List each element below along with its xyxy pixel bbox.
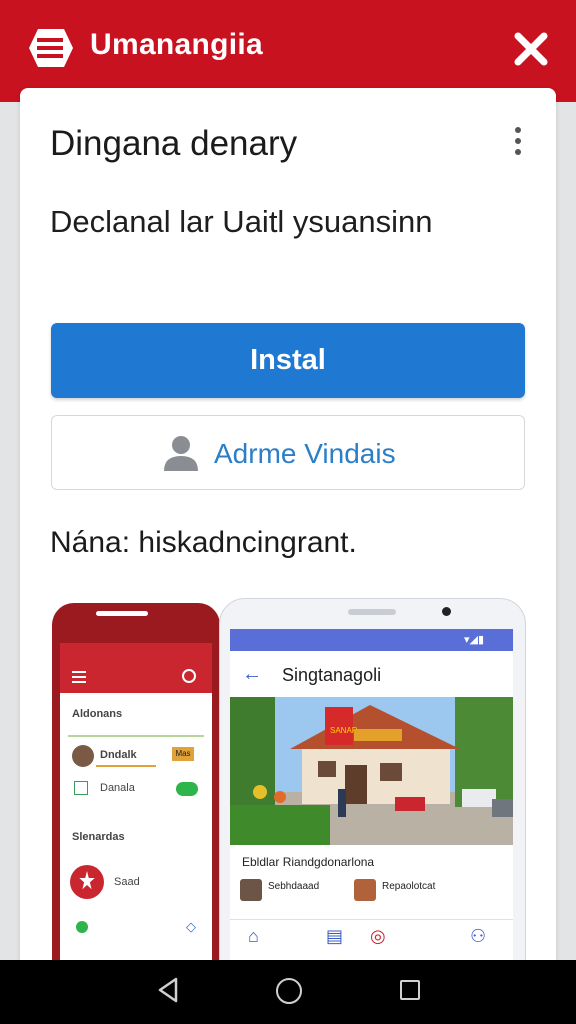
system-nav-bar [0, 960, 576, 1024]
underline [96, 765, 156, 767]
install-dialog-card: Dingana denary Declanal lar Uaitl ysuans… [20, 88, 556, 968]
avatar [354, 879, 376, 901]
checkbox-icon [74, 781, 88, 795]
chip-label: Repaolotcat [382, 881, 436, 892]
phone-screen-left: Aldonans Dndalk Mas Danala Slenardas Saa… [60, 643, 212, 968]
phone-mockup-right: ▾◢▮ ← Singtanagoli SANAR Ebldlar Riandgd… [219, 598, 526, 968]
phone-app-bar [60, 661, 212, 693]
target-icon: ◎ [370, 926, 386, 946]
admin-button[interactable]: Adrme Vindais [51, 415, 525, 490]
phone-camera [442, 607, 451, 616]
user-icon [164, 436, 198, 471]
list-item-label: Danala [100, 782, 135, 794]
section-heading: Slenardas [72, 831, 125, 843]
home-icon: ⌂ [248, 926, 259, 946]
status-bar [60, 643, 212, 661]
village-photo: SANAR [230, 697, 513, 845]
section-heading: Aldonans [72, 708, 123, 720]
back-triangle-icon[interactable] [156, 976, 180, 1004]
share-icon: ◇ [186, 919, 196, 934]
status-bar: ▾◢▮ [230, 629, 513, 651]
install-button[interactable]: Instal [51, 323, 525, 398]
divider [68, 735, 204, 737]
chip-label: Sebhdaaad [268, 881, 320, 892]
phone-speaker [96, 611, 148, 616]
app-title: Umanangiia [90, 28, 264, 61]
tag-badge: Mas [172, 747, 194, 761]
phone-mockup-left: Aldonans Dndalk Mas Danala Slenardas Saa… [52, 603, 220, 968]
app-header: Umanangiia [0, 0, 576, 102]
search-icon [182, 669, 196, 683]
recent-square-icon[interactable] [400, 980, 420, 1000]
signal-battery-icon: ▾◢▮ [464, 634, 485, 646]
list-item-label: Dndalk [100, 749, 137, 761]
home-circle-icon[interactable] [276, 978, 302, 1004]
list-item-label: Saad [114, 876, 140, 888]
phone-screen-right: ▾◢▮ ← Singtanagoli SANAR Ebldlar Riandgd… [230, 629, 513, 968]
phone-caption: Ebldlar Riandgdonarlona [242, 855, 375, 869]
close-icon[interactable] [514, 32, 548, 66]
hamburger-icon [72, 671, 86, 683]
dialog-title: Dingana denary [50, 124, 298, 163]
more-options-icon[interactable] [512, 126, 524, 156]
photo-banner-text: SANAR [330, 726, 358, 735]
people-icon: ⚇ [470, 926, 487, 946]
toggle-badge [176, 782, 198, 796]
star-logo-icon [70, 865, 104, 899]
phone-speaker [348, 609, 396, 615]
name-line: Nána: hiskadncingrant. [50, 526, 357, 559]
admin-button-label: Adrme Vindais [214, 438, 396, 469]
chat-icon [76, 921, 88, 933]
avatar [72, 745, 94, 767]
dialog-subtitle: Declanal lar Uaitl ysuansinn [50, 204, 433, 239]
stacked-lines-icon [29, 29, 73, 67]
back-arrow-icon: ← [242, 663, 262, 685]
list-icon: ▤ [326, 926, 344, 946]
avatar [240, 879, 262, 901]
phone-screen-title: Singtanagoli [282, 665, 382, 685]
